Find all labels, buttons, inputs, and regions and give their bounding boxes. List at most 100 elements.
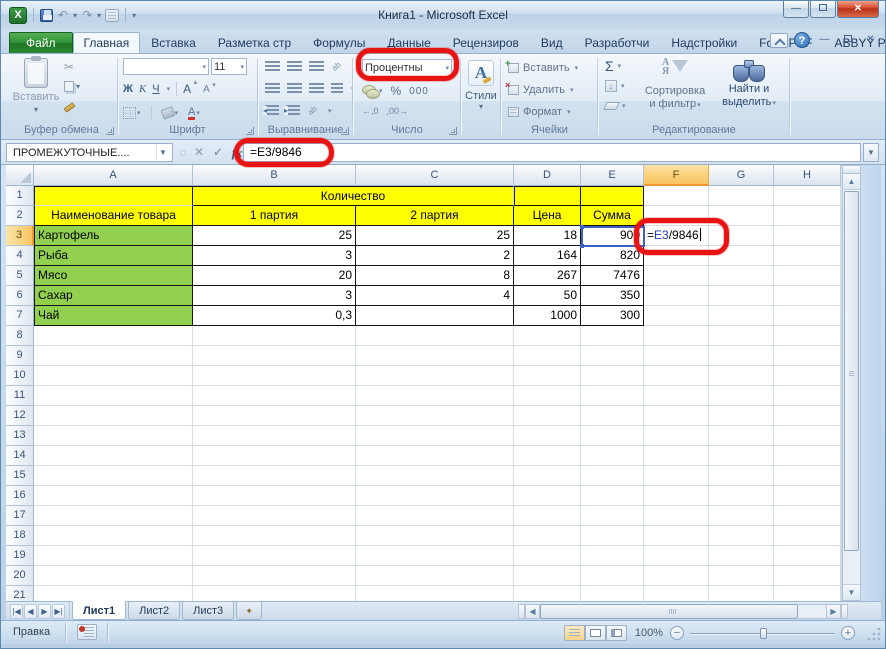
cell-g2[interactable] bbox=[709, 206, 774, 226]
cell-f13[interactable] bbox=[644, 426, 709, 446]
copy-button[interactable]: ▾ bbox=[64, 79, 80, 93]
cell-h19[interactable] bbox=[774, 546, 841, 566]
maximize-button[interactable] bbox=[810, 1, 836, 18]
zoom-handle[interactable] bbox=[759, 628, 767, 639]
cell-b13[interactable] bbox=[193, 426, 356, 446]
cell-e11[interactable] bbox=[581, 386, 644, 406]
tab-review[interactable]: Рецензиров bbox=[442, 32, 530, 53]
expand-formula-bar-icon[interactable]: ▼ bbox=[863, 143, 879, 162]
cell-g20[interactable] bbox=[709, 566, 774, 586]
cell-a1[interactable] bbox=[34, 186, 193, 206]
cell-c10[interactable] bbox=[356, 366, 514, 386]
scroll-up-icon[interactable]: ▲ bbox=[843, 174, 860, 190]
cut-button[interactable]: ✂ bbox=[64, 60, 80, 74]
formula-input[interactable]: =E3/9846 bbox=[243, 143, 861, 162]
cell-e5[interactable]: 7476 bbox=[581, 266, 644, 286]
cell-h4[interactable] bbox=[774, 246, 841, 266]
cell-b19[interactable] bbox=[193, 546, 356, 566]
cell-e16[interactable] bbox=[581, 486, 644, 506]
help-icon[interactable]: ? bbox=[794, 32, 810, 48]
row-header-20[interactable]: 20 bbox=[6, 566, 34, 586]
cell-b18[interactable] bbox=[193, 526, 356, 546]
row-header-2[interactable]: 2 bbox=[6, 206, 34, 226]
cell-b9[interactable] bbox=[193, 346, 356, 366]
vertical-split-handle[interactable] bbox=[843, 166, 860, 174]
cell-e15[interactable] bbox=[581, 466, 644, 486]
cell-h13[interactable] bbox=[774, 426, 841, 446]
cell-g7[interactable] bbox=[709, 306, 774, 326]
cell-f11[interactable] bbox=[644, 386, 709, 406]
cell-b2-batch1[interactable]: 1 партия bbox=[193, 206, 356, 226]
vertical-scrollbar[interactable]: ▲ ▼ bbox=[842, 165, 861, 601]
cell-e14[interactable] bbox=[581, 446, 644, 466]
increase-indent-icon[interactable] bbox=[284, 105, 300, 116]
cell-h14[interactable] bbox=[774, 446, 841, 466]
borders-icon[interactable] bbox=[123, 107, 136, 119]
cell-e7[interactable]: 300 bbox=[581, 306, 644, 326]
cell-a3[interactable]: Картофель bbox=[34, 226, 193, 246]
cell-h9[interactable] bbox=[774, 346, 841, 366]
sheet-tab-list2[interactable]: Лист2 bbox=[128, 602, 181, 620]
cell-b16[interactable] bbox=[193, 486, 356, 506]
cell-g11[interactable] bbox=[709, 386, 774, 406]
row-header-6[interactable]: 6 bbox=[6, 286, 34, 306]
cell-f9[interactable] bbox=[644, 346, 709, 366]
page-break-view-button[interactable] bbox=[606, 625, 627, 641]
align-right-icon[interactable] bbox=[309, 83, 324, 94]
row-header-11[interactable]: 11 bbox=[6, 386, 34, 406]
cell-g4[interactable] bbox=[709, 246, 774, 266]
cell-a5[interactable]: Мясо bbox=[34, 266, 193, 286]
cell-h16[interactable] bbox=[774, 486, 841, 506]
cell-c12[interactable] bbox=[356, 406, 514, 426]
cell-f5[interactable] bbox=[644, 266, 709, 286]
italic-button[interactable]: К bbox=[139, 83, 146, 95]
cell-a19[interactable] bbox=[34, 546, 193, 566]
cell-e12[interactable] bbox=[581, 406, 644, 426]
sort-filter-button[interactable]: АЯ Сортировка и фильтр▾ bbox=[641, 58, 709, 112]
orientation-icon[interactable] bbox=[331, 61, 344, 72]
row-header-7[interactable]: 7 bbox=[6, 306, 34, 326]
bold-button[interactable]: Ж bbox=[123, 83, 133, 95]
cell-g13[interactable] bbox=[709, 426, 774, 446]
row-header-18[interactable]: 18 bbox=[6, 526, 34, 546]
cell-f12[interactable] bbox=[644, 406, 709, 426]
cell-e4[interactable]: 820 bbox=[581, 246, 644, 266]
cell-e6[interactable]: 350 bbox=[581, 286, 644, 306]
cell-c4[interactable]: 2 bbox=[356, 246, 514, 266]
cell-h11[interactable] bbox=[774, 386, 841, 406]
cell-h7[interactable] bbox=[774, 306, 841, 326]
enter-formula-button[interactable]: ✓ bbox=[209, 144, 227, 162]
fill-color-dropdown-icon[interactable]: ▾ bbox=[175, 109, 179, 117]
tab-file[interactable]: Файл bbox=[9, 32, 73, 53]
scroll-left-icon[interactable]: ◀ bbox=[525, 604, 540, 619]
cell-b7[interactable]: 0,3 bbox=[193, 306, 356, 326]
tab-home[interactable]: Главная bbox=[72, 32, 141, 53]
cell-g21[interactable] bbox=[709, 586, 774, 601]
cell-b20[interactable] bbox=[193, 566, 356, 586]
horizontal-scrollbar[interactable]: ◀ ▶ bbox=[518, 604, 848, 619]
cell-g6[interactable] bbox=[709, 286, 774, 306]
horizontal-split-handle-right[interactable] bbox=[841, 604, 848, 619]
cell-d12[interactable] bbox=[514, 406, 581, 426]
row-header-13[interactable]: 13 bbox=[6, 426, 34, 446]
cell-e20[interactable] bbox=[581, 566, 644, 586]
cell-c15[interactable] bbox=[356, 466, 514, 486]
row-header-15[interactable]: 15 bbox=[6, 466, 34, 486]
fill-color-icon[interactable] bbox=[160, 106, 175, 120]
delete-cells-button[interactable]: Удалить▾ bbox=[505, 80, 574, 96]
vertical-scroll-thumb[interactable] bbox=[844, 191, 859, 551]
cell-f3-editing[interactable]: =E3/9846 bbox=[644, 226, 709, 246]
row-header-9[interactable]: 9 bbox=[6, 346, 34, 366]
align-bottom-icon[interactable] bbox=[309, 61, 324, 72]
row-header-12[interactable]: 12 bbox=[6, 406, 34, 426]
cell-d15[interactable] bbox=[514, 466, 581, 486]
workbook-close-button[interactable]: ✕ bbox=[862, 33, 879, 48]
column-header-f-selected[interactable]: F bbox=[644, 165, 709, 186]
cell-e3[interactable]: 900 bbox=[581, 226, 644, 246]
column-header-g[interactable]: G bbox=[709, 165, 774, 186]
increase-decimal-icon[interactable]: ←,0 bbox=[362, 106, 379, 116]
cell-b6[interactable]: 3 bbox=[193, 286, 356, 306]
next-sheet-icon[interactable]: ▶ bbox=[38, 603, 51, 619]
cell-d5[interactable]: 267 bbox=[514, 266, 581, 286]
number-format-combo[interactable]: Процентны ▾ bbox=[362, 59, 452, 77]
